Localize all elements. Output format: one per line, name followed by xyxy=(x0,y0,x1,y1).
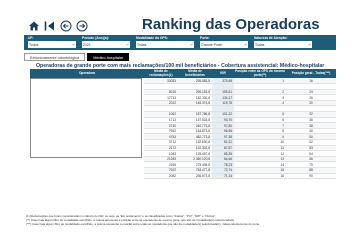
column-header[interactable]: Posição entre as OPS do mesmo porte(**) xyxy=(234,69,286,78)
filter-label: Modalidade da OPS: xyxy=(136,36,168,40)
report-page: Ranking das Operadoras (Página 2 de 8) U… xyxy=(22,12,336,234)
filter-modalidade: Modalidade da OPS: Todas xyxy=(136,36,194,49)
navigation-icons xyxy=(28,20,88,32)
table-header-row: Operadora Média de reclamações(1) Média … xyxy=(30,69,336,78)
filter-value: Todas xyxy=(137,42,147,47)
filter-label: Natureza de Atenção: xyxy=(254,36,288,40)
uf-select[interactable]: Todos xyxy=(28,41,76,48)
filter-label: UF: xyxy=(28,36,34,40)
filter-porte: Porte: Grande Porte xyxy=(200,36,248,49)
page-title: Ranking das Operadoras xyxy=(142,16,320,33)
chevron-down-icon xyxy=(72,43,75,46)
filter-label: Porte: xyxy=(200,36,210,40)
tab-medico-hospitalar[interactable]: Médico-hospitalar xyxy=(87,53,130,61)
periodo-select[interactable]: 2021 xyxy=(82,41,130,48)
chevron-down-icon xyxy=(244,43,247,46)
tab-odontologica[interactable]: Exclusivamente odontológica xyxy=(24,53,86,61)
column-header[interactable]: Média de reclamações(1) xyxy=(144,69,178,78)
chevron-down-icon xyxy=(190,43,193,46)
filter-label: Período (Ano)(a): xyxy=(82,36,109,40)
back-arrow-icon[interactable] xyxy=(60,20,72,32)
column-header[interactable]: Posição geral - Todas(***) xyxy=(286,69,336,78)
filter-value: Todas xyxy=(255,42,265,47)
porte-select[interactable]: Grande Porte xyxy=(200,41,248,48)
table-row[interactable]: 2082 236.573,8 71,14 16 90 xyxy=(30,173,336,180)
modalidade-select[interactable]: Todas xyxy=(136,41,194,48)
filter-bar: UF: Todos Período (Ano)(a): 2021 Modalid… xyxy=(24,35,336,50)
table-cell: 2082 xyxy=(144,173,178,180)
operator-names-panel xyxy=(30,78,142,158)
filter-value: Grande Porte xyxy=(201,42,223,47)
natureza-select[interactable]: Todas xyxy=(254,41,312,48)
filter-natureza: Natureza de Atenção: Todas xyxy=(254,36,312,49)
filter-periodo: Período (Ano)(a): 2021 xyxy=(82,36,130,49)
chevron-down-icon xyxy=(308,43,311,46)
footnotes: (1) Reclamações que foram consideradas n… xyxy=(26,215,336,226)
column-header[interactable]: IGR xyxy=(212,69,234,78)
forward-arrow-icon[interactable] xyxy=(76,20,88,32)
table-cell xyxy=(30,173,144,179)
filter-value: 2021 xyxy=(83,42,91,47)
table-cell: 90 xyxy=(286,173,336,180)
chevron-double-left-icon[interactable] xyxy=(44,20,56,32)
ranking-table-area: Operadora Média de reclamações(1) Média … xyxy=(24,69,336,215)
home-icon[interactable] xyxy=(28,20,40,32)
table-cell: 16 xyxy=(234,173,286,180)
column-header[interactable]: Operadora xyxy=(30,69,144,78)
filter-value: Todos xyxy=(29,42,39,47)
footnote: (***) Caso haja algum filtro de modalida… xyxy=(26,222,260,226)
filter-uf: UF: Todos xyxy=(28,36,76,49)
chevron-down-icon xyxy=(126,43,129,46)
coverage-tabs: Exclusivamente odontológica Médico-hospi… xyxy=(24,53,130,61)
table-cell: 236.573,8 xyxy=(178,173,212,180)
table-cell: 71,14 xyxy=(212,173,234,180)
column-header[interactable]: Média de beneficiários xyxy=(178,69,212,78)
